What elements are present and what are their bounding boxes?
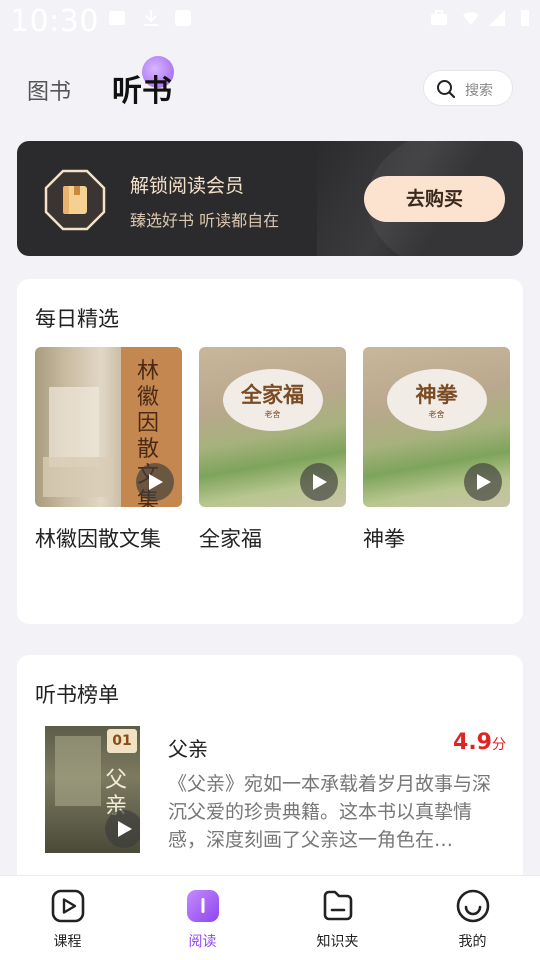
play-button[interactable] [464, 463, 502, 501]
book-icon [187, 890, 219, 922]
smile-face-icon [456, 889, 490, 923]
cover-title: 全家福 [241, 383, 304, 407]
status-bar: 10:30 [0, 0, 540, 40]
cover-art [43, 457, 113, 497]
nav-label: 知识夹 [316, 934, 359, 950]
status-time: 10:30 [10, 4, 99, 39]
download-icon [144, 10, 158, 26]
section-title: 听书榜单 [35, 683, 119, 707]
tab-listen[interactable]: 听书 [112, 66, 172, 110]
rating-unit: 分 [492, 737, 506, 753]
book-cover[interactable]: 全家福 老舍 [199, 347, 346, 507]
book-item[interactable]: 全家福 老舍 全家福 [199, 347, 346, 553]
book-title[interactable]: 林徽因散文集 [35, 523, 182, 553]
ranking-section: 听书榜单 父亲 01 父亲 4.9分 《父亲》宛如一本承载着岁月故事与深沉父爱的… [17, 655, 523, 895]
play-icon [313, 474, 327, 490]
nav-item-mine[interactable]: 我的 [405, 876, 540, 960]
vip-title: 解锁阅读会员 [130, 175, 245, 197]
search-placeholder: 搜索 [465, 83, 493, 99]
play-icon [149, 474, 163, 490]
ranking-title[interactable]: 父亲 [168, 733, 208, 762]
nav-label: 阅读 [188, 934, 217, 950]
play-button[interactable] [105, 810, 140, 848]
section-title: 每日精选 [35, 307, 119, 331]
cover-author: 老舍 [428, 410, 445, 419]
book-item[interactable]: 神拳 老舍 神拳 [363, 347, 510, 553]
vip-subtitle: 臻选好书 听读都自在 [130, 211, 280, 230]
battery-icon [521, 10, 529, 26]
play-icon [477, 474, 491, 490]
book-cover[interactable]: 父亲 01 [45, 726, 140, 853]
book-item[interactable]: 林徽因散文集 林徽因散文集 [35, 347, 182, 553]
app-notification-icon [175, 10, 191, 26]
book-title[interactable]: 全家福 [199, 523, 346, 553]
play-icon [118, 821, 132, 837]
cover-art [49, 387, 99, 467]
ranking-description: 《父亲》宛如一本承载着岁月故事与深沉父爱的珍贵典籍。这本书以真挚情感，深度刻画了… [168, 773, 492, 851]
daily-picks-section: 每日精选 林徽因散文集 林徽因散文集 全家福 老舍 全家福 神拳 老舍 [17, 279, 523, 624]
cover-art [55, 736, 101, 806]
nav-label: 我的 [458, 934, 487, 950]
buy-button[interactable]: 去购买 [364, 176, 505, 222]
play-button[interactable] [136, 463, 174, 501]
cover-author: 老舍 [264, 410, 281, 419]
cover-title: 神拳 [415, 383, 458, 407]
vip-book-badge-icon [44, 169, 106, 231]
nav-item-read[interactable]: 阅读 [135, 876, 270, 960]
nav-item-course[interactable]: 课程 [0, 876, 135, 960]
bottom-navigation: 课程 阅读 知识夹 我的 [0, 875, 540, 960]
book-cover[interactable]: 林徽因散文集 [35, 347, 182, 507]
signal-icon [489, 10, 505, 26]
ranking-item[interactable]: 父亲 01 父亲 4.9分 《父亲》宛如一本承载着岁月故事与深沉父爱的珍贵典籍。… [45, 726, 523, 856]
rank-badge: 01 [107, 729, 137, 753]
wifi-icon [463, 11, 479, 25]
play-square-icon [51, 889, 85, 923]
rating-score: 4.9分 [453, 730, 506, 755]
rating-value: 4.9 [453, 730, 492, 755]
briefcase-icon [431, 10, 447, 25]
tab-books[interactable]: 图书 [27, 74, 71, 106]
nav-item-knowledge[interactable]: 知识夹 [270, 876, 405, 960]
search-icon [437, 80, 456, 99]
nav-label: 课程 [53, 934, 82, 950]
book-cover[interactable]: 神拳 老舍 [363, 347, 510, 507]
folder-icon [323, 890, 353, 921]
image-icon [109, 11, 125, 25]
search-bar[interactable]: 搜索 [423, 70, 513, 106]
header: 图书 听书 搜索 [0, 56, 540, 118]
play-button[interactable] [300, 463, 338, 501]
vip-banner[interactable]: 解锁阅读会员 臻选好书 听读都自在 去购买 [17, 141, 523, 256]
book-title[interactable]: 神拳 [363, 523, 510, 553]
